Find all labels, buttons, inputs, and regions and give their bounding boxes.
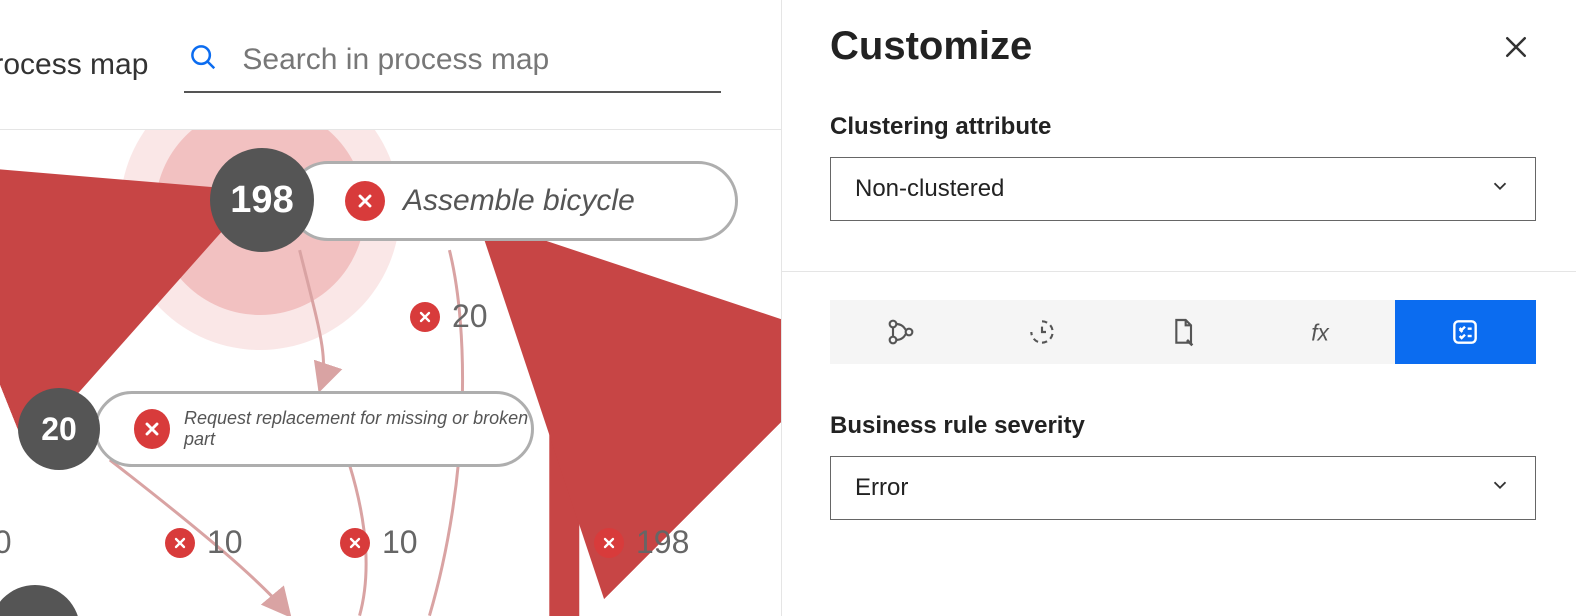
search-field[interactable] — [184, 36, 721, 93]
search-input[interactable] — [242, 43, 717, 77]
error-icon — [165, 528, 195, 558]
metric-tabstrip: fx — [830, 300, 1536, 364]
chevron-down-icon — [1489, 474, 1511, 503]
error-icon — [134, 409, 171, 449]
error-icon — [340, 528, 370, 558]
node-label: Request replacement for missing or broke… — [184, 408, 531, 450]
select-value: Non-clustered — [855, 175, 1004, 203]
tab-checklist[interactable] — [1395, 300, 1536, 364]
panel-title: Customize — [830, 24, 1032, 69]
edge-count: 10 — [340, 524, 418, 561]
process-map-pane: t process map — [0, 0, 782, 616]
topbar: t process map — [0, 0, 781, 130]
node-assemble-bicycle[interactable]: Assemble bicycle — [288, 161, 738, 241]
clustering-attribute-select[interactable]: Non-clustered — [830, 157, 1536, 221]
clustering-attribute-label: Clustering attribute — [830, 113, 1536, 141]
node-count-badge: 198 — [210, 148, 314, 252]
node-count-badge: 20 — [18, 388, 100, 470]
node-request-replacement[interactable]: Request replacement for missing or broke… — [94, 391, 534, 467]
svg-text:fx: fx — [1311, 320, 1329, 346]
tab-branch[interactable] — [830, 300, 971, 364]
tab-timer[interactable] — [971, 300, 1112, 364]
business-rule-severity-label: Business rule severity — [830, 412, 1536, 440]
customize-panel: Customize Clustering attribute Non-clust… — [782, 0, 1576, 616]
search-icon — [188, 42, 218, 77]
edge-count: 20 — [410, 298, 488, 335]
error-icon — [345, 181, 385, 221]
chevron-down-icon — [1489, 175, 1511, 204]
edge-count: 50 — [0, 524, 12, 561]
node-count-badge — [0, 585, 80, 616]
edge-value: 198 — [636, 524, 689, 561]
error-icon — [594, 528, 624, 558]
process-map-canvas[interactable]: Assemble bicycle 198 Request replacement… — [0, 130, 781, 616]
divider — [782, 271, 1576, 272]
close-button[interactable] — [1496, 27, 1536, 67]
tab-function[interactable]: fx — [1254, 300, 1395, 364]
edge-value: 50 — [0, 524, 12, 561]
edge-value: 10 — [382, 524, 418, 561]
breadcrumb: t process map — [0, 48, 148, 82]
node-label: Assemble bicycle — [403, 184, 635, 218]
error-icon — [410, 302, 440, 332]
edge-value: 20 — [452, 298, 488, 335]
tab-file[interactable] — [1112, 300, 1253, 364]
business-rule-severity-select[interactable]: Error — [830, 456, 1536, 520]
select-value: Error — [855, 474, 908, 502]
edge-count: 10 — [165, 524, 243, 561]
edge-count: 198 — [594, 524, 689, 561]
edge-value: 10 — [207, 524, 243, 561]
